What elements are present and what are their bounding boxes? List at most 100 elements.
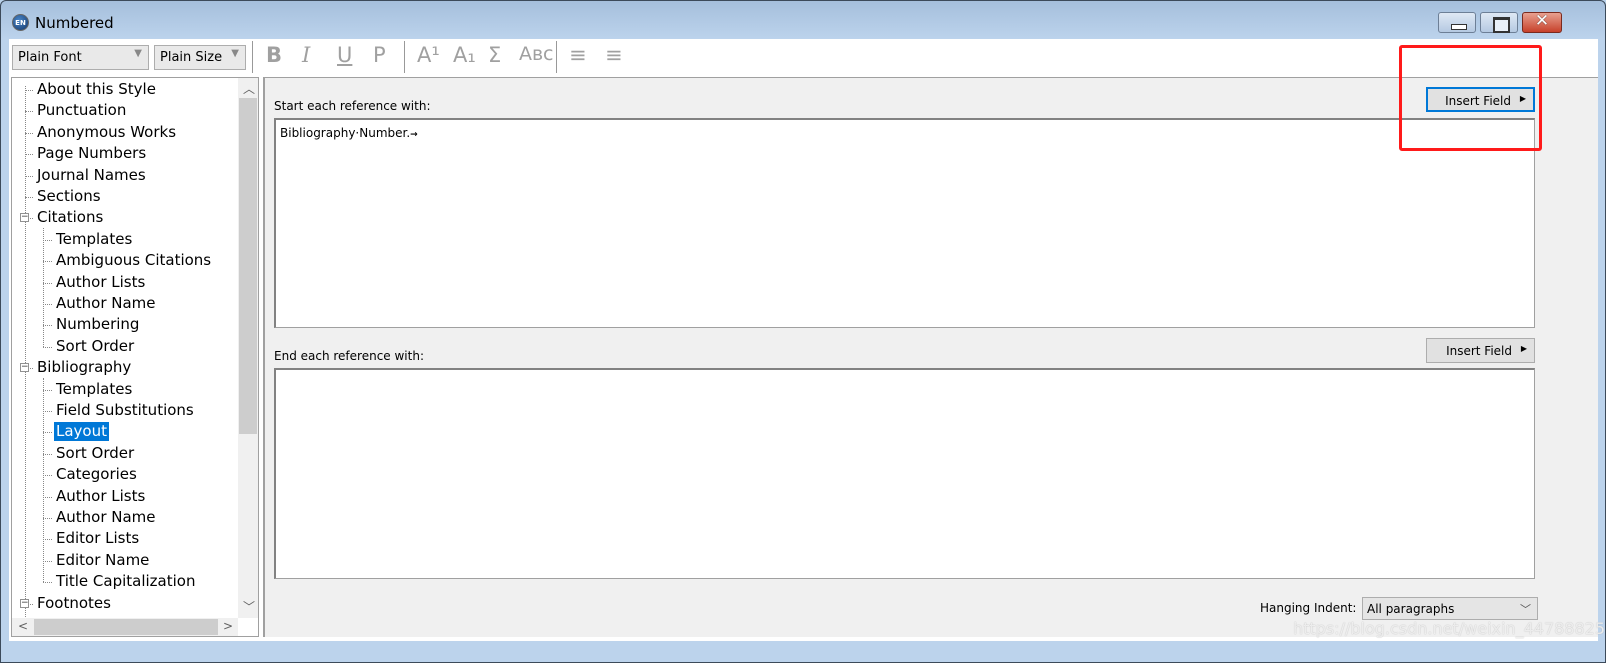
watermark: https://blog.csdn.net/weixin_44788825 xyxy=(1293,619,1606,638)
tree-connector xyxy=(43,582,52,584)
vertical-scrollbar[interactable]: ︿ ﹀ xyxy=(238,78,258,618)
tree-item[interactable]: Ambiguous Citations xyxy=(54,251,213,270)
tree-item[interactable]: Citations xyxy=(35,208,105,227)
tree-connector xyxy=(43,346,52,348)
tree-item[interactable]: Templates xyxy=(54,230,134,249)
tree-item[interactable]: Author Lists xyxy=(54,487,147,506)
toolbar-divider xyxy=(556,41,557,73)
tree-item[interactable]: Author Name xyxy=(54,508,158,527)
collapse-toggle-icon[interactable]: − xyxy=(20,598,29,608)
tree-connector xyxy=(25,86,26,631)
tree-item[interactable]: Editor Name xyxy=(54,551,151,570)
tree-connector xyxy=(43,228,44,347)
tree-connector xyxy=(43,261,52,263)
hanging-indent-select[interactable]: All paragraphs ﹀ xyxy=(1362,597,1538,620)
tree-item[interactable]: Author Lists xyxy=(54,273,147,292)
tree-item[interactable]: About this Style xyxy=(35,80,158,99)
triangle-right-icon: ▶ xyxy=(1520,344,1527,353)
size-value: Plain Size xyxy=(160,50,223,65)
start-reference-input[interactable]: Bibliography·Number.→ xyxy=(274,118,1535,328)
tree-connector xyxy=(43,282,52,284)
tree-item[interactable]: Layout xyxy=(54,422,109,442)
tree-connector xyxy=(25,175,33,177)
tree-connector xyxy=(43,239,52,241)
insert-field-button-end[interactable]: Insert Field ▶ xyxy=(1426,338,1535,363)
scroll-down-icon[interactable]: ﹀ xyxy=(243,598,255,615)
tree-item[interactable]: Title Capitalization xyxy=(54,572,197,591)
font-select[interactable]: Plain Font ▼ xyxy=(12,45,149,70)
hanging-indent-value: All paragraphs xyxy=(1367,602,1455,616)
tree-connector xyxy=(43,325,52,327)
maximize-button[interactable] xyxy=(1480,12,1518,33)
tree-item[interactable]: Punctuation xyxy=(35,101,128,120)
chevron-down-icon: ▼ xyxy=(231,48,239,59)
tree-item[interactable]: Templates xyxy=(54,380,134,399)
subscript-button[interactable]: A₁ xyxy=(453,43,476,67)
tree-item[interactable]: Author Name xyxy=(54,294,158,313)
tree-connector xyxy=(43,539,52,541)
close-icon: ✕ xyxy=(1534,11,1550,31)
app-logo-icon: EN xyxy=(12,14,29,31)
close-button[interactable]: ✕ xyxy=(1522,11,1562,33)
chevron-down-icon: ▼ xyxy=(134,48,142,59)
tree-connector xyxy=(25,197,33,198)
tree-item[interactable]: Editor Lists xyxy=(54,529,141,548)
tab-mark-icon: → xyxy=(410,130,418,140)
tree-connector xyxy=(43,304,52,305)
window: EN Numbered ✕ Plain Font ▼ Plain Size ▼ B … xyxy=(0,0,1606,663)
end-reference-input[interactable] xyxy=(274,368,1535,579)
insert-field-label: Insert Field xyxy=(1446,344,1512,358)
scroll-left-icon[interactable]: < xyxy=(18,619,28,633)
tree-item[interactable]: Sort Order xyxy=(54,337,136,356)
tree-connector xyxy=(25,154,33,156)
tree-connector xyxy=(43,475,52,477)
start-label: Start each reference with: xyxy=(274,99,431,113)
underline-button[interactable]: U xyxy=(337,43,352,67)
font-value: Plain Font xyxy=(18,50,82,65)
size-select[interactable]: Plain Size ▼ xyxy=(154,45,246,70)
collapse-toggle-icon[interactable]: − xyxy=(20,363,29,373)
tree-item[interactable]: Sort Order xyxy=(54,444,136,463)
tree-connector xyxy=(43,378,44,583)
tree-item[interactable]: Sections xyxy=(35,187,103,206)
scroll-thumb[interactable] xyxy=(239,98,257,434)
tree-connector xyxy=(43,453,52,455)
tree-item[interactable]: Page Numbers xyxy=(35,144,148,163)
tree-connector xyxy=(43,411,52,412)
tree-item[interactable]: Anonymous Works xyxy=(35,123,178,142)
start-reference-text: Bibliography·Number. xyxy=(280,126,411,140)
align-center-button[interactable]: ≡ xyxy=(605,43,623,67)
tree-item[interactable]: Footnotes xyxy=(35,594,113,613)
tree-item[interactable]: Categories xyxy=(54,465,139,484)
horizontal-scrollbar[interactable]: < > xyxy=(12,618,238,636)
tree-item[interactable]: Journal Names xyxy=(35,166,148,185)
tree-connector xyxy=(43,560,52,562)
tree-item[interactable]: Field Substitutions xyxy=(54,401,196,420)
scroll-thumb[interactable] xyxy=(34,619,218,635)
tree-connector xyxy=(43,496,52,498)
small-caps-button[interactable]: Aʙᴄ xyxy=(519,43,553,65)
tree-item[interactable]: Bibliography xyxy=(35,358,133,377)
align-left-button[interactable]: ≡ xyxy=(569,43,587,67)
bold-button[interactable]: B xyxy=(266,43,282,67)
scroll-up-icon[interactable]: ︿ xyxy=(243,80,255,97)
symbol-button[interactable]: Σ xyxy=(488,43,501,67)
toolbar-divider xyxy=(252,41,253,73)
tree-connector xyxy=(25,90,33,91)
italic-button[interactable]: I xyxy=(302,43,310,67)
tree-item[interactable]: Numbering xyxy=(54,315,141,334)
tree-connector xyxy=(43,518,52,519)
plain-button[interactable]: P xyxy=(373,43,386,67)
minimize-button[interactable] xyxy=(1438,12,1476,33)
tree-connector xyxy=(43,389,52,391)
tree-connector xyxy=(25,132,33,134)
tree-connector xyxy=(43,432,52,434)
window-title: Numbered xyxy=(35,14,114,32)
end-label: End each reference with: xyxy=(274,349,424,363)
highlight-annotation xyxy=(1399,45,1542,151)
superscript-button[interactable]: A¹ xyxy=(417,43,440,67)
toolbar-divider xyxy=(404,41,405,73)
scroll-right-icon[interactable]: > xyxy=(223,619,233,633)
style-tree[interactable]: Footnotes Title Capitalization Editor Name… xyxy=(11,77,259,637)
collapse-toggle-icon[interactable]: − xyxy=(20,213,29,223)
